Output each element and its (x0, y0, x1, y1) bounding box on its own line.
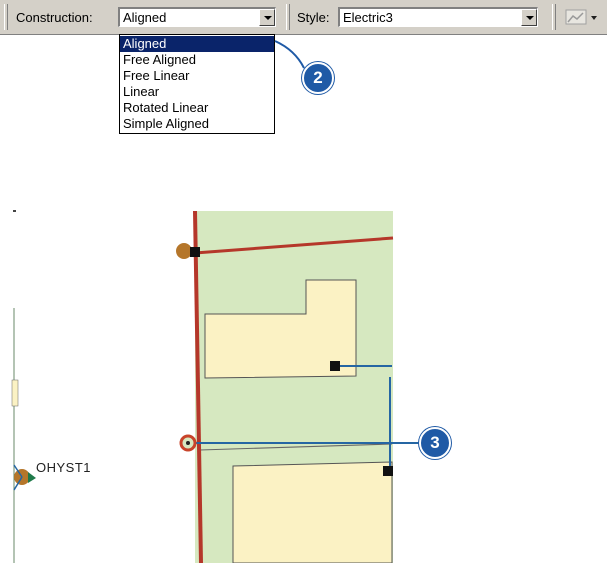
sketch-vertex-center (186, 441, 190, 445)
feature-label-ohyst1: OHYST1 (36, 460, 92, 475)
callout-2: 2 (302, 62, 334, 94)
left-building (11, 379, 19, 407)
ohyst1-symbol (28, 472, 36, 483)
transformer-building (330, 361, 340, 371)
callout-3: 3 (419, 427, 451, 459)
pole-top (176, 243, 192, 259)
map-dot (13, 210, 16, 212)
transformer-top (190, 247, 200, 257)
transformer-lower (383, 466, 393, 476)
map-view[interactable] (0, 200, 607, 563)
building-lower (232, 461, 393, 563)
